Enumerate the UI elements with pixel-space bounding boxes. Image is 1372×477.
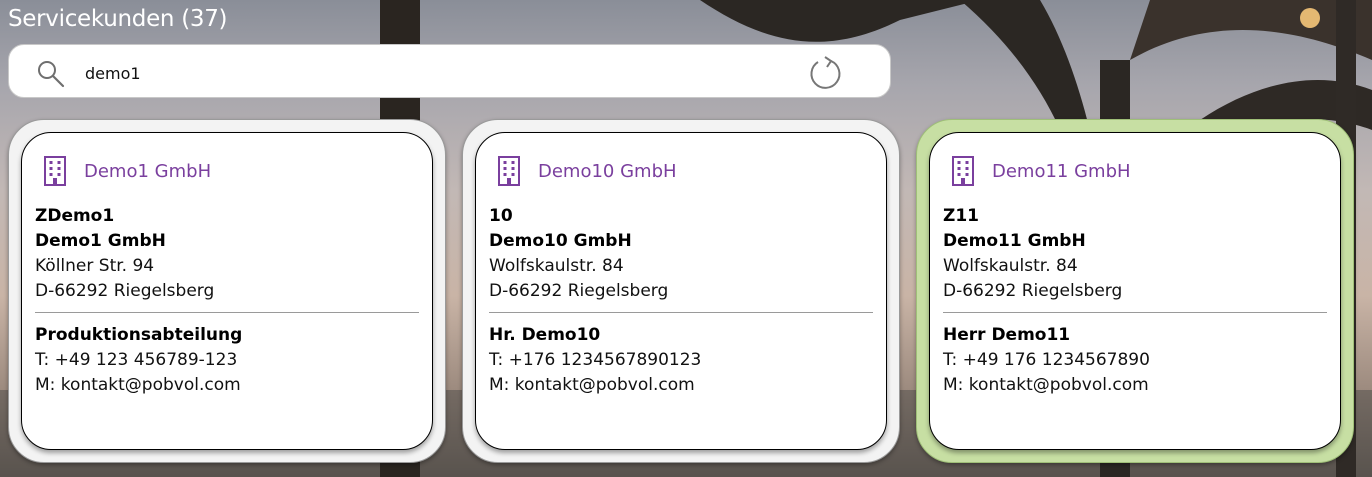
card-details: 10 Demo10 GmbH Wolfskaulstr. 84 D-66292 … [489,204,873,398]
refresh-icon[interactable] [805,54,845,94]
customer-card-content: Demo10 GmbH 10 Demo10 GmbH Wolfskaulstr.… [475,132,887,450]
search-input[interactable] [83,59,767,87]
customer-name: Demo1 GmbH [35,231,166,251]
company-heading: Demo1 GmbH [84,161,212,182]
customer-card-content: Demo1 GmbH ZDemo1 Demo1 GmbH Köllner Str… [21,132,433,450]
building-icon [44,156,66,186]
page-title: Servicekunden (37) [8,6,228,32]
search-bar [8,44,891,98]
phone: T: +49 176 1234567890 [943,350,1150,370]
customer-card[interactable]: Demo10 GmbH 10 Demo10 GmbH Wolfskaulstr.… [462,119,900,463]
customer-name: Demo10 GmbH [489,231,632,251]
email: M: kontakt@pobvol.com [489,375,695,395]
company-heading: Demo10 GmbH [538,161,677,182]
customer-number: 10 [489,206,513,226]
customer-card[interactable]: Demo11 GmbH Z11 Demo11 GmbH Wolfskaulstr… [916,119,1354,463]
company-heading: Demo11 GmbH [992,161,1131,182]
street-address: Köllner Str. 94 [35,256,155,276]
city: D-66292 Riegelsberg [489,281,669,301]
phone: T: +176 1234567890123 [489,350,702,370]
street-address: Wolfskaulstr. 84 [943,256,1078,276]
customer-card-content: Demo11 GmbH Z11 Demo11 GmbH Wolfskaulstr… [929,132,1341,450]
divider [35,312,419,313]
divider [943,312,1327,313]
contact-person: Herr Demo11 [943,325,1071,345]
building-icon [952,156,974,186]
card-details: Z11 Demo11 GmbH Wolfskaulstr. 84 D-66292… [943,204,1327,398]
customer-name: Demo11 GmbH [943,231,1086,251]
magnifier-icon [38,61,65,88]
email: M: kontakt@pobvol.com [35,375,241,395]
city: D-66292 Riegelsberg [35,281,215,301]
divider [489,312,873,313]
street-address: Wolfskaulstr. 84 [489,256,624,276]
contact-person: Produktionsabteilung [35,325,243,345]
customer-number: Z11 [943,206,979,226]
email: M: kontakt@pobvol.com [943,375,1149,395]
contact-person: Hr. Demo10 [489,325,601,345]
city: D-66292 Riegelsberg [943,281,1123,301]
card-details: ZDemo1 Demo1 GmbH Köllner Str. 94 D-6629… [35,204,419,398]
customer-card[interactable]: Demo1 GmbH ZDemo1 Demo1 GmbH Köllner Str… [8,119,446,463]
phone: T: +49 123 456789-123 [35,350,238,370]
building-icon [498,156,520,186]
customer-number: ZDemo1 [35,206,115,226]
